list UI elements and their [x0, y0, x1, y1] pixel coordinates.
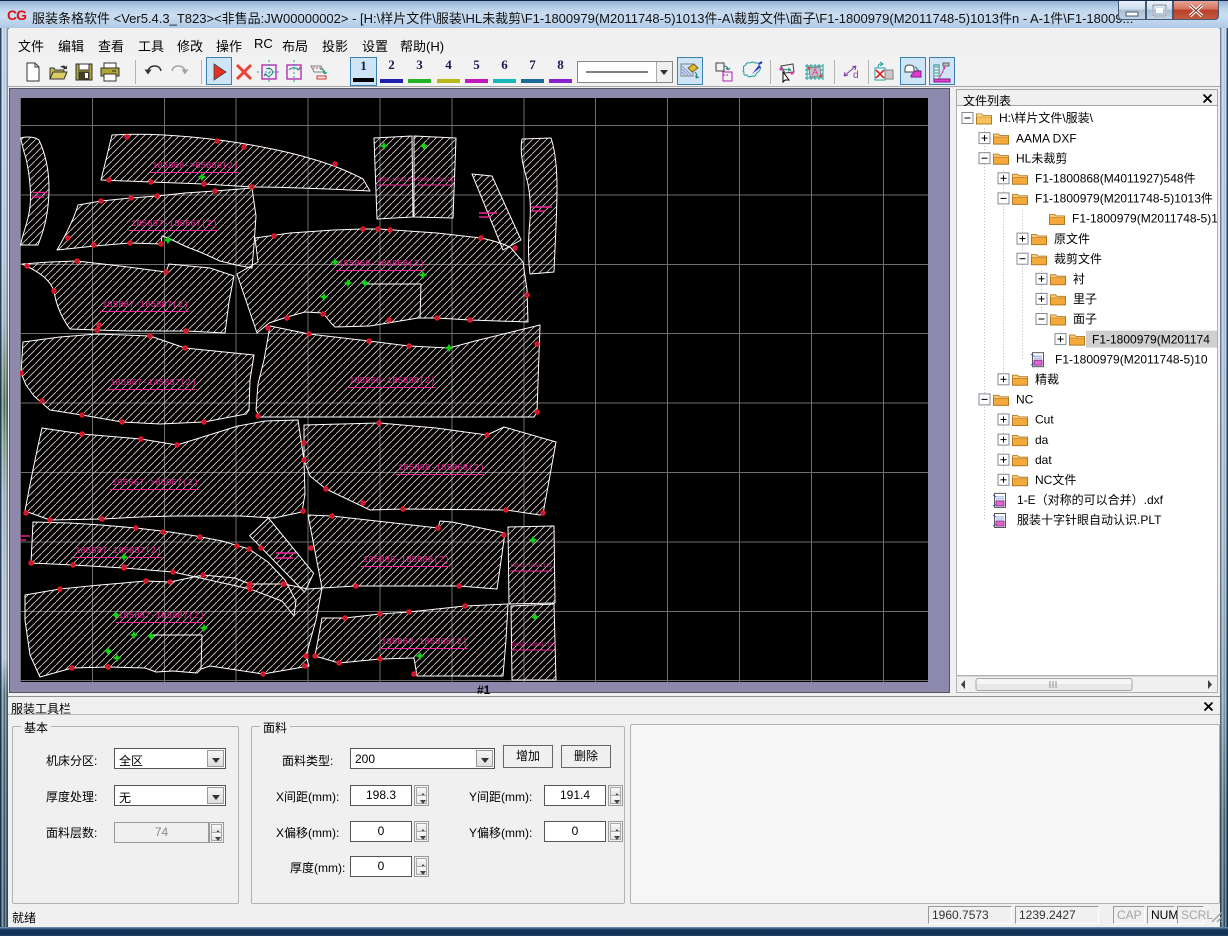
svg-text:185888-185888(2): 185888-185888(2)	[363, 555, 449, 565]
svg-text:服装十字针眼自动认识.PLT: 服装十字针眼自动认识.PLT	[1017, 512, 1162, 527]
svg-text:185868->85868(2): 185868->85868(2)	[338, 259, 424, 269]
svg-text:精裁: 精裁	[1035, 373, 1059, 387]
svg-text:F1-1800979(M201174: F1-1800979(M201174	[1092, 332, 1210, 346]
svg-text:d: d	[853, 70, 859, 81]
svg-text:1858-18581(2): 1858-18581(2)	[417, 177, 456, 183]
svg-text:A: A	[812, 67, 818, 77]
svg-text:1858-18581(2): 1858-18581(2)	[377, 177, 416, 183]
svg-text:18581-185811(2): 18581-185811(2)	[510, 563, 555, 569]
svg-text:185888-185868(2): 185888-185868(2)	[398, 463, 484, 473]
svg-text:F1-1800979(M2011748-5)10: F1-1800979(M2011748-5)10	[1055, 352, 1208, 366]
svg-text:185868-185968(2): 185868-185968(2)	[381, 637, 467, 647]
svg-text:185887-185887(2): 185887-185887(2)	[75, 546, 161, 556]
svg-text:F1-1800979(M2011748-5)101: F1-1800979(M2011748-5)101	[1072, 212, 1218, 226]
svg-text:185868->85868(2): 185868->85868(2)	[152, 161, 238, 171]
svg-text:da: da	[1035, 433, 1049, 447]
svg-text:185868-185898(2): 185868-185898(2)	[349, 376, 435, 386]
svg-text:裁剪文件: 裁剪文件	[1054, 251, 1102, 266]
svg-text:Cut: Cut	[1035, 413, 1054, 427]
svg-text:HL未裁剪: HL未裁剪	[1016, 150, 1067, 165]
svg-text:面子: 面子	[1073, 312, 1097, 326]
svg-text:NC文件: NC文件	[1035, 472, 1076, 487]
svg-text:衬: 衬	[1073, 272, 1085, 286]
svg-text:AAMA DXF: AAMA DXF	[1016, 131, 1077, 145]
svg-text:185887-185887(2): 185887-185887(2)	[102, 300, 188, 310]
svg-text:1-E（对称的可以合并）.dxf: 1-E（对称的可以合并）.dxf	[1017, 492, 1164, 507]
svg-text:185667->85667(2): 185667->85667(2)	[112, 478, 198, 488]
svg-text:NC: NC	[1016, 393, 1034, 407]
svg-text:H:\样片文件\服装\: H:\样片文件\服装\	[999, 110, 1094, 125]
svg-text:里子: 里子	[1073, 292, 1097, 306]
svg-text:185687-185667(2): 185687-185667(2)	[131, 219, 217, 229]
svg-text:dat: dat	[1035, 453, 1052, 467]
svg-text:185887-185887(2): 185887-185887(2)	[118, 611, 204, 621]
svg-text:F1-1800868(M4011927)548件: F1-1800868(M4011927)548件	[1035, 172, 1196, 186]
svg-text:185667-145887(2): 185667-145887(2)	[110, 378, 196, 388]
svg-text:原文件: 原文件	[1054, 231, 1090, 246]
svg-text:F1-1800979(M2011748-5)1013件: F1-1800979(M2011748-5)1013件	[1035, 192, 1213, 206]
svg-text:18581-185811(2): 18581-185811(2)	[511, 642, 556, 648]
